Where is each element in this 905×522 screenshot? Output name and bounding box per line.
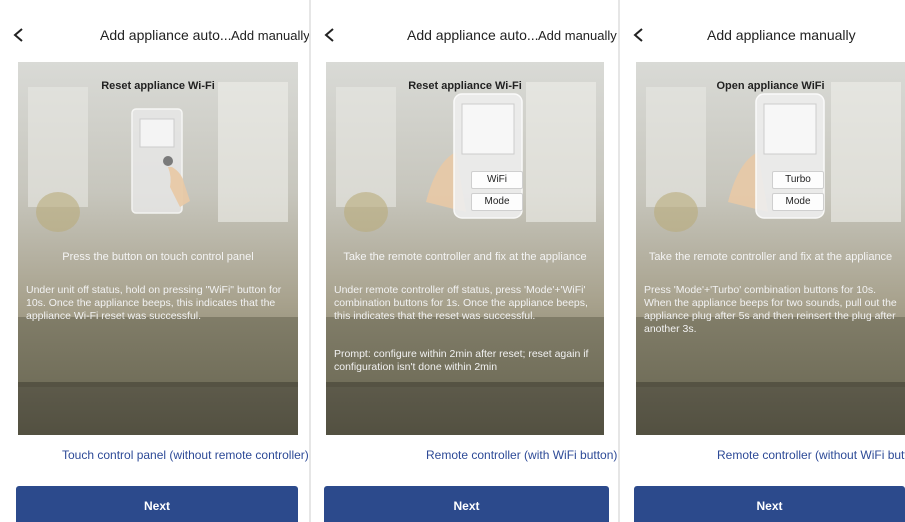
header: Add appliance manually [620, 0, 905, 62]
instruction-description: Under remote controller off status, pres… [334, 284, 588, 322]
touch-panel-illustration [131, 108, 190, 214]
remote-no-wifi-mode-link[interactable]: Remote controller (without WiFi button [717, 448, 905, 462]
mode-key-label: Mode [772, 193, 824, 211]
instruction-caption: Take the remote controller and fix at th… [648, 251, 893, 263]
instruction-image: Open appliance WiFi Turbo Mode Take the … [636, 62, 905, 435]
remote-wifi-mode-link[interactable]: Remote controller (with WiFi button) [426, 448, 617, 462]
screen-remote-no-wifi: Add appliance manually Open appliance Wi… [620, 0, 905, 522]
page-title: Add appliance auto... [407, 27, 539, 43]
chevron-left-icon[interactable] [12, 28, 26, 42]
add-manually-link[interactable]: Add manually [231, 28, 309, 43]
mode-key-label: Mode [471, 193, 523, 211]
step-title: Reset appliance Wi-Fi [408, 80, 522, 92]
instruction-image: Reset appliance Wi-Fi WiFi Mode Take the… [326, 62, 604, 435]
page-title: Add appliance auto... [100, 27, 232, 43]
instruction-image: Reset appliance Wi-Fi Press the button o… [18, 62, 298, 435]
instruction-caption: Take the remote controller and fix at th… [343, 251, 587, 263]
next-button[interactable]: Next [16, 486, 298, 522]
next-button[interactable]: Next [634, 486, 905, 522]
screen-remote-wifi: Add appliance auto... Add manually Reset… [311, 0, 618, 522]
instruction-caption: Press the button on touch control panel [62, 251, 254, 263]
instruction-description: Under unit off status, hold on pressing … [26, 284, 282, 322]
add-manually-link[interactable]: Add manually [538, 28, 617, 43]
step-title: Reset appliance Wi-Fi [101, 80, 215, 92]
header: Add appliance auto... Add manually [311, 0, 618, 62]
next-button[interactable]: Next [324, 486, 609, 522]
instruction-prompt: Prompt: configure within 2min after rese… [334, 348, 589, 373]
chevron-left-icon[interactable] [632, 28, 646, 42]
page-title: Add appliance manually [707, 27, 856, 43]
instruction-description: Press 'Mode'+'Turbo' combination buttons… [644, 284, 897, 335]
touch-panel-mode-link[interactable]: Touch control panel (without remote cont… [62, 448, 309, 462]
screen-touch-panel: Add appliance auto... Add manually Reset… [0, 0, 309, 522]
step-title: Open appliance WiFi [716, 80, 825, 92]
chevron-left-icon[interactable] [323, 28, 337, 42]
header: Add appliance auto... Add manually [0, 0, 309, 62]
wifi-key-label: WiFi [471, 171, 523, 189]
turbo-key-label: Turbo [772, 171, 824, 189]
